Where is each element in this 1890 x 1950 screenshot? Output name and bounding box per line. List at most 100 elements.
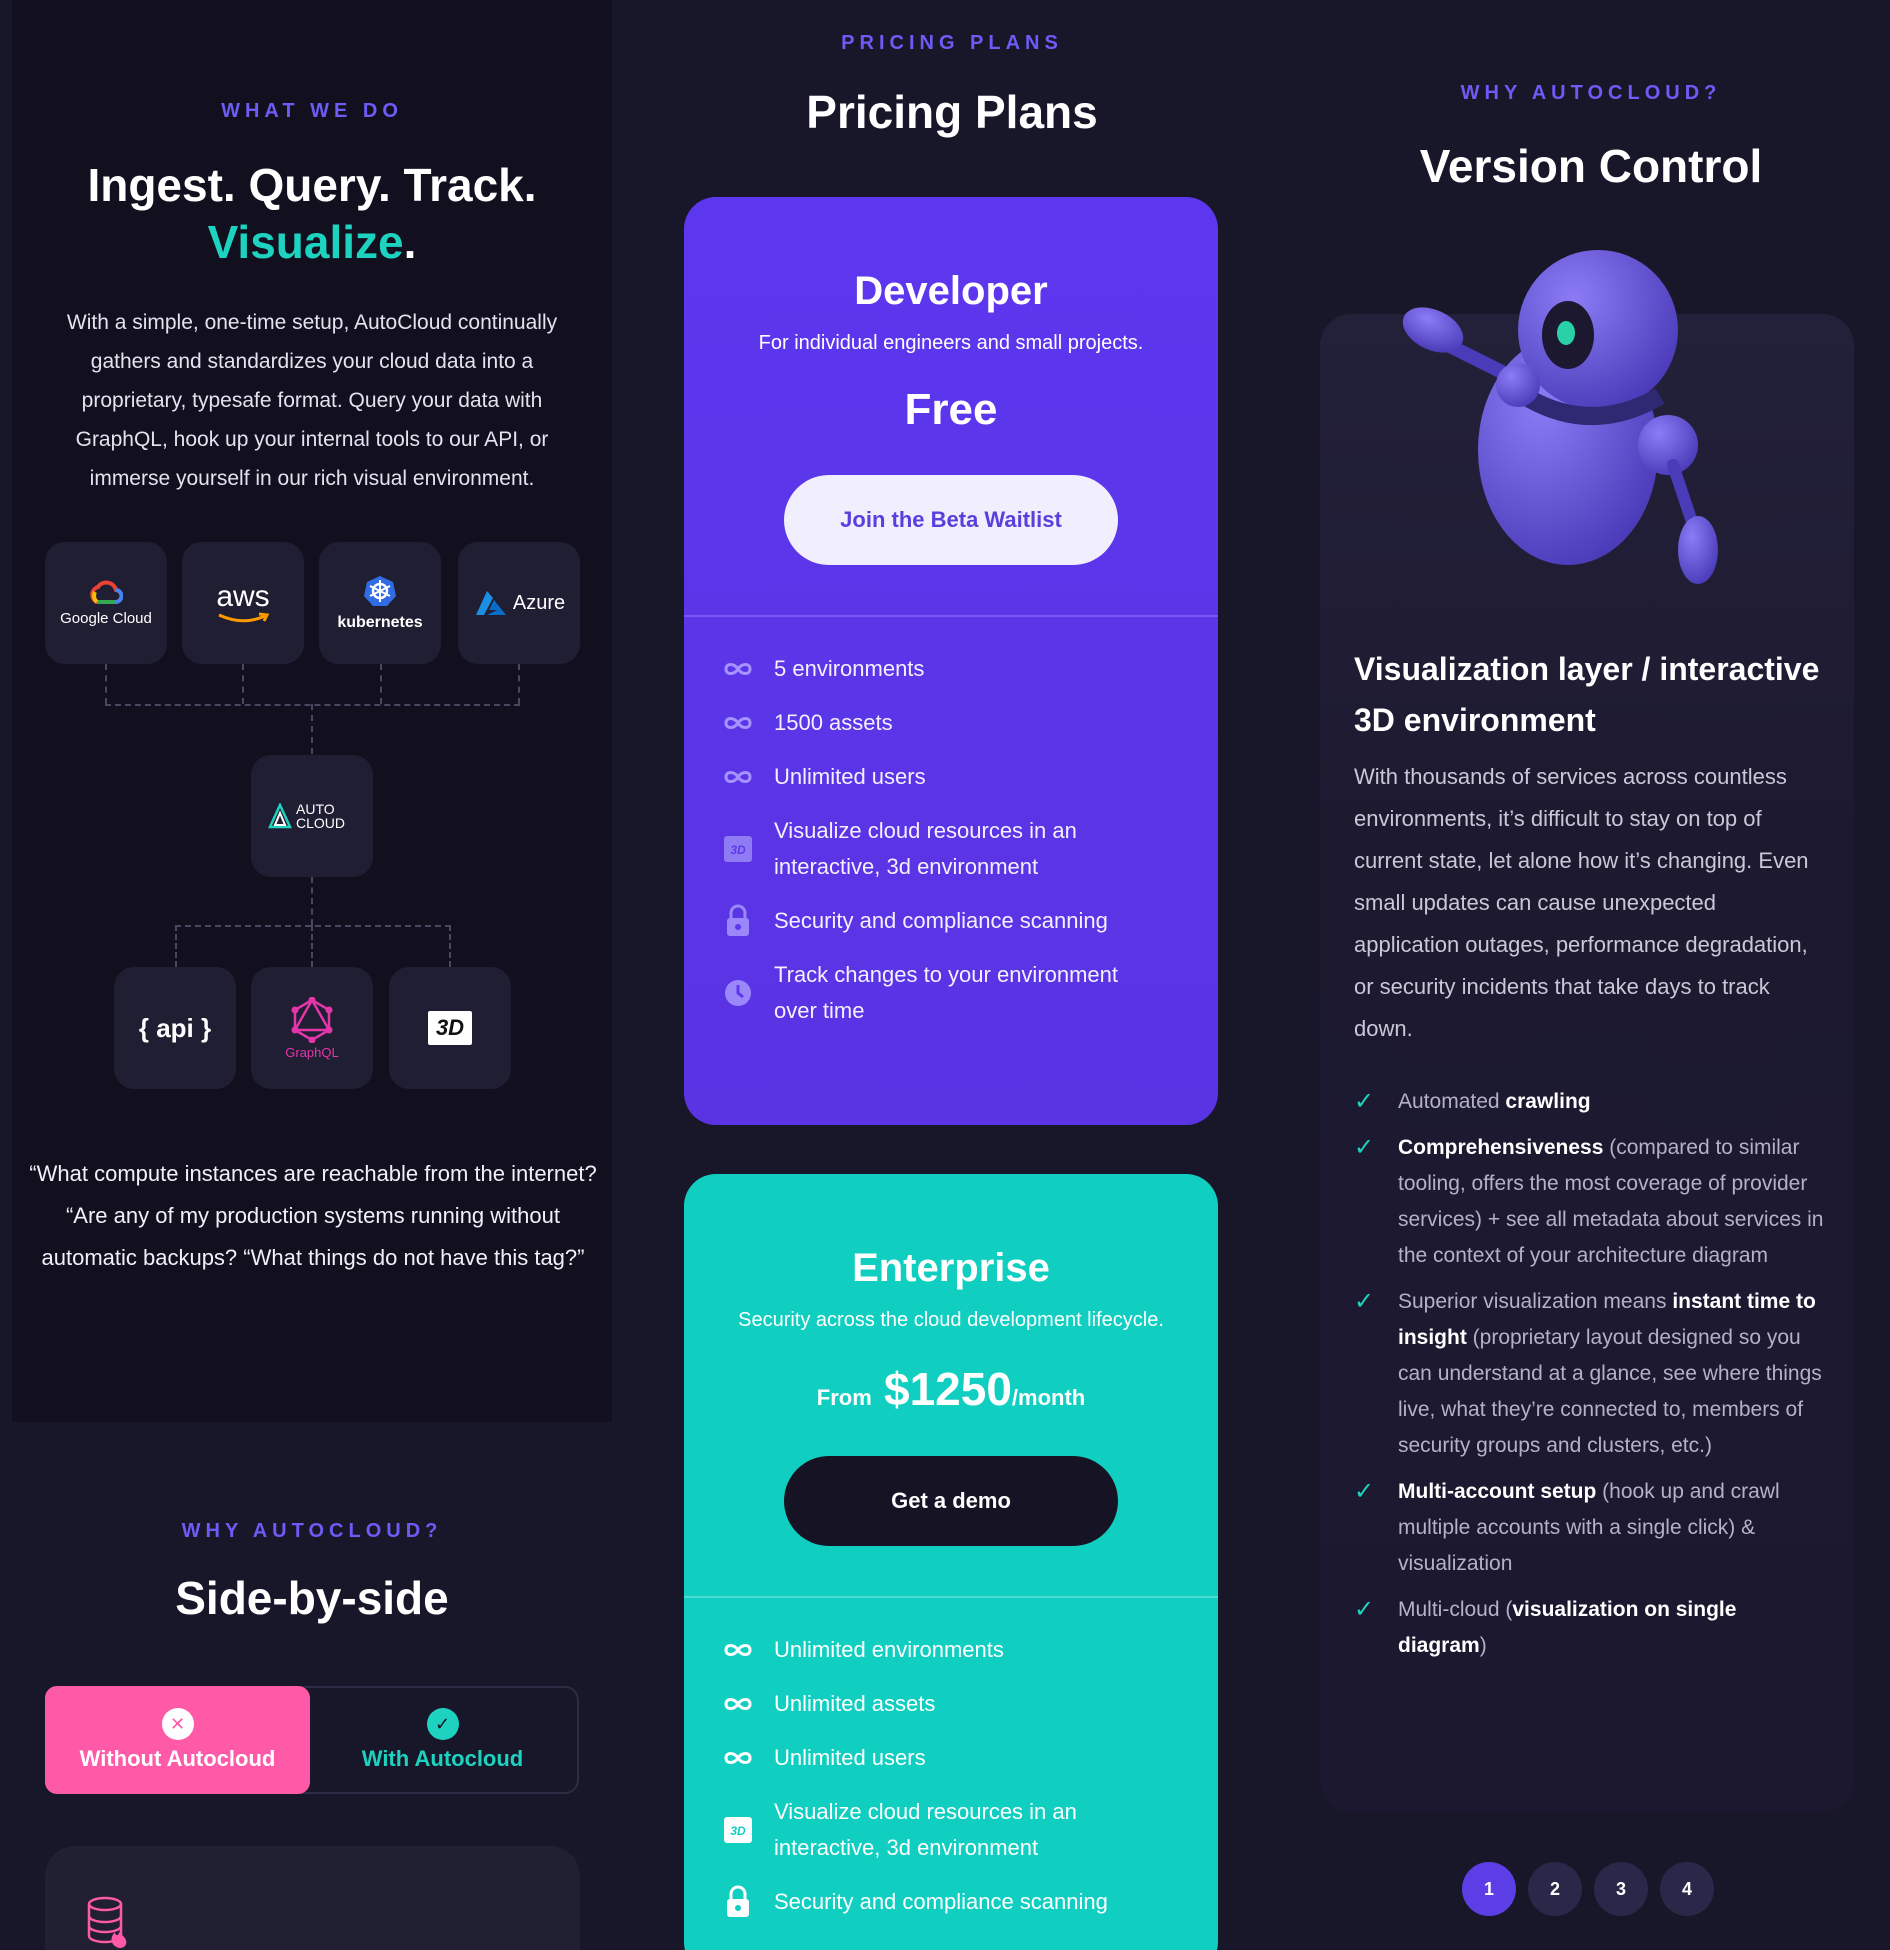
comparison-toggle: ✕ Without Autocloud ✓ With Autocloud <box>45 1686 579 1794</box>
infinity-icon <box>722 1740 754 1776</box>
section-title: Side-by-side <box>175 1572 449 1624</box>
benefit-item: ✓ Automated crawling <box>1354 1084 1824 1120</box>
svg-text:3D: 3D <box>730 1824 746 1838</box>
feature-item: Unlimited users <box>722 759 1162 795</box>
3d-icon: 3D <box>722 813 754 885</box>
svg-text:3D: 3D <box>730 843 746 857</box>
benefit-item: ✓ Multi-account setup (hook up and crawl … <box>1354 1474 1824 1582</box>
close-icon: ✕ <box>161 1708 194 1740</box>
connector-line <box>311 704 313 754</box>
azure-tile: Azure <box>458 542 580 664</box>
page-button-2[interactable]: 2 <box>1528 1862 1582 1916</box>
tile-label: Google Cloud <box>60 609 152 627</box>
google-cloud-icon <box>90 580 123 604</box>
connector-line <box>311 925 313 967</box>
feature-text: Unlimited assets <box>774 1691 936 1716</box>
page-button-4[interactable]: 4 <box>1660 1862 1714 1916</box>
benefit-text: Superior visualization means <box>1398 1290 1673 1313</box>
3d-badge-icon: 3D <box>427 1011 473 1045</box>
feature-text: Visualize cloud resources in an interact… <box>774 1799 1077 1860</box>
feature-list: Unlimited environments Unlimited assets … <box>684 1598 1218 1920</box>
tile-label: Azure <box>512 591 566 614</box>
tile-label: kubernetes <box>337 614 423 631</box>
benefit-bold: Comprehensiveness <box>1398 1136 1604 1159</box>
hub-label: AUTO CLOUD <box>296 801 346 831</box>
autocloud-hub-tile: AUTO CLOUD <box>251 755 373 877</box>
page-button-3[interactable]: 3 <box>1594 1862 1648 1916</box>
section-eyebrow: WHY AUTOCLOUD? <box>1460 82 1722 104</box>
plan-name: Developer <box>854 269 1048 313</box>
graphql-icon <box>291 996 333 1043</box>
why-autocloud-section: WHY AUTOCLOUD? Version Control Visualiza… <box>1292 0 1890 1950</box>
what-we-do-section: WHAT WE DO Ingest. Query. Track. Visuali… <box>12 0 612 1422</box>
benefit-text: Automated <box>1398 1090 1506 1113</box>
infinity-icon <box>722 1632 754 1668</box>
aws-smile-icon <box>218 612 270 623</box>
card-title: Visualization layer / interactive 3D env… <box>1354 651 1820 738</box>
feature-text: 1500 assets <box>774 710 893 735</box>
feature-text: Unlimited users <box>774 1745 926 1770</box>
comparison-card <box>45 1846 580 1950</box>
example-questions-quote: “What compute instances are reachable fr… <box>29 1161 597 1270</box>
section-eyebrow: WHY AUTOCLOUD? <box>181 1520 443 1542</box>
card-body: With thousands of services across countl… <box>1354 764 1809 1041</box>
benefit-bold: crawling <box>1505 1090 1591 1113</box>
developer-plan-card: Developer For individual engineers and s… <box>684 197 1218 1125</box>
connector-line <box>105 664 107 704</box>
3d-tile: 3D <box>389 967 511 1089</box>
checkmark-icon: ✓ <box>1354 1478 1375 1505</box>
benefit-item: ✓ Superior visualization means instant ti… <box>1354 1284 1824 1464</box>
price-suffix: /month <box>1011 1385 1086 1410</box>
toggle-without-autocloud[interactable]: ✕ Without Autocloud <box>45 1686 310 1794</box>
feature-text: Track changes to your environment over t… <box>774 962 1119 1023</box>
benefit-text: Multi-cloud ( <box>1398 1598 1513 1621</box>
section-eyebrow: PRICING PLANS <box>841 32 1063 54</box>
benefit-item: ✓ Comprehensiveness (compared to similar … <box>1354 1130 1824 1274</box>
benefit-text: ) <box>1479 1634 1487 1657</box>
feature-item: Unlimited users <box>722 1740 1162 1776</box>
checkmark-icon: ✓ <box>1354 1596 1375 1623</box>
section-title: Version Control <box>1419 140 1763 192</box>
plan-description: For individual engineers and small proje… <box>758 332 1144 354</box>
feature-item: 5 environments <box>722 651 1162 687</box>
api-label: { api } <box>138 1012 212 1043</box>
section-title: Ingest. Query. Track. Visualize. <box>12 157 612 271</box>
join-beta-waitlist-button[interactable]: Join the Beta Waitlist <box>784 475 1118 565</box>
connector-line <box>380 664 382 704</box>
checkmark-icon: ✓ <box>1354 1088 1375 1115</box>
aws-tile: aws <box>182 542 304 664</box>
checkmark-icon: ✓ <box>1354 1288 1375 1315</box>
feature-text: Unlimited users <box>774 764 926 789</box>
graphql-tile: GraphQL <box>251 967 373 1089</box>
title-highlight: Visualize <box>207 216 404 268</box>
infinity-icon <box>722 759 754 795</box>
azure-icon <box>475 591 506 615</box>
toggle-with-autocloud[interactable]: ✓ With Autocloud <box>310 1688 575 1792</box>
toggle-label: With Autocloud <box>361 1746 524 1771</box>
side-by-side-section: WHY AUTOCLOUD? Side-by-side <box>12 1520 612 1625</box>
feature-item: Security and compliance scanning <box>722 1884 1162 1920</box>
page-button-1[interactable]: 1 <box>1462 1862 1516 1916</box>
database-fire-icon <box>87 1896 127 1948</box>
get-a-demo-button[interactable]: Get a demo <box>784 1456 1118 1546</box>
connector-line <box>449 925 451 967</box>
title-line-1: Ingest. Query. Track. <box>87 159 537 211</box>
api-tile: { api } <box>114 967 236 1089</box>
intro-text: With a simple, one-time setup, AutoCloud… <box>66 311 558 490</box>
infinity-icon <box>722 651 754 687</box>
feature-item: Security and compliance scanning <box>722 903 1162 939</box>
section-title: Pricing Plans <box>806 86 1098 138</box>
checkmark-icon: ✓ <box>1354 1134 1375 1161</box>
feature-text: Security and compliance scanning <box>774 908 1108 933</box>
benefit-list: ✓ Automated crawling ✓ Comprehensiveness (… <box>1354 1084 1824 1674</box>
feature-item: 1500 assets <box>722 705 1162 741</box>
3d-icon: 3D <box>722 1794 754 1866</box>
robot-illustration-icon <box>1402 250 1718 584</box>
title-dot: . <box>403 216 417 268</box>
plan-price: Free <box>904 385 998 434</box>
connector-line <box>175 925 177 967</box>
price-amount: $1250 <box>883 1363 1012 1415</box>
infinity-icon <box>722 705 754 741</box>
feature-list: 5 environments 1500 assets Unlimited use… <box>684 617 1218 1029</box>
feature-text: Security and compliance scanning <box>774 1889 1108 1914</box>
